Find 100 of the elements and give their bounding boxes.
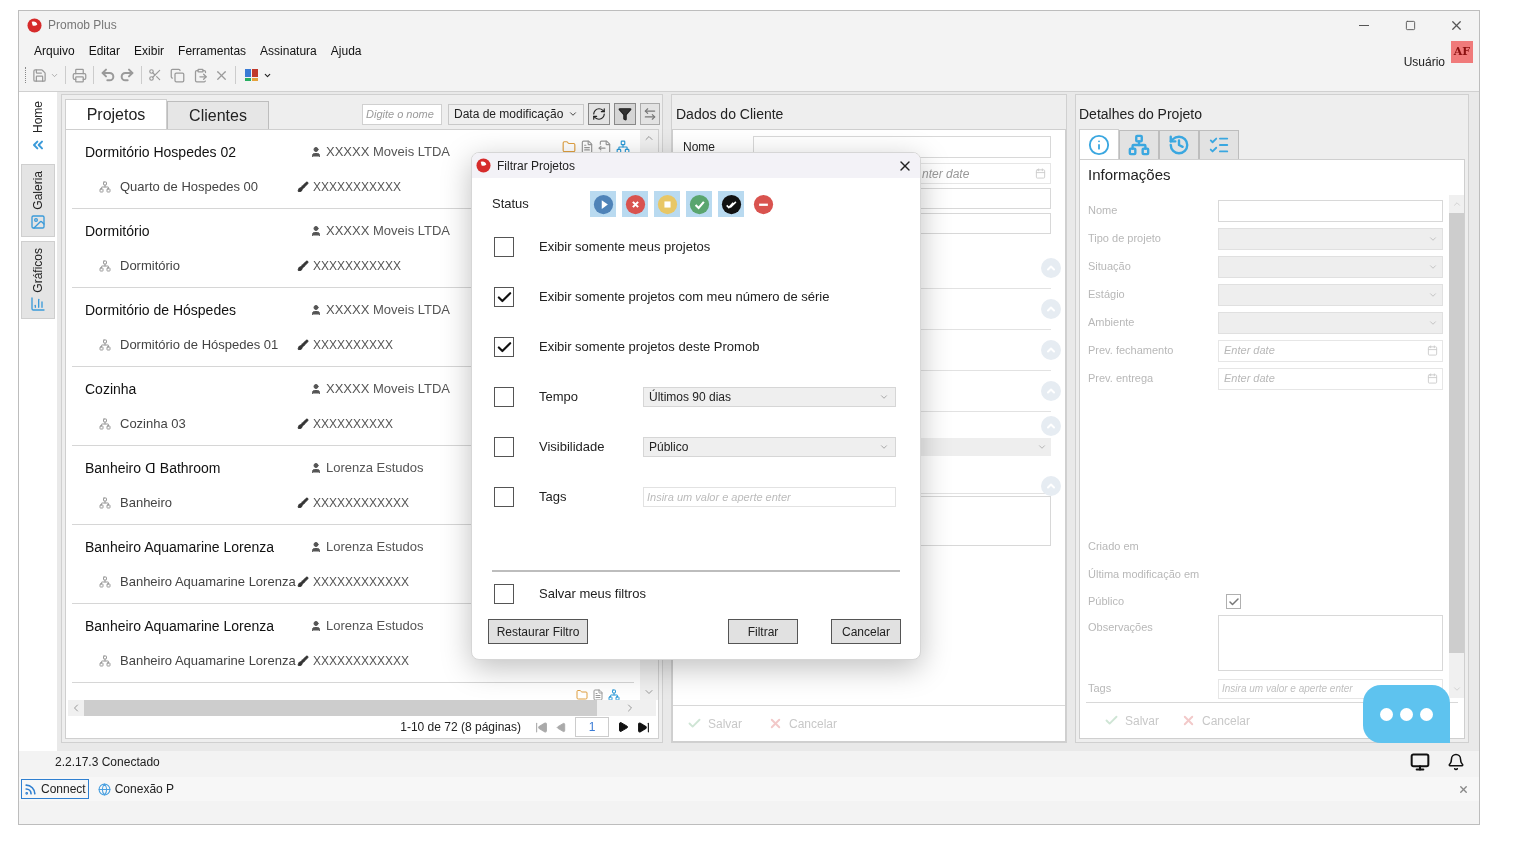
status-toggle[interactable]: [654, 191, 680, 217]
close-icon[interactable]: [1458, 783, 1469, 795]
select-field[interactable]: [1218, 255, 1443, 278]
detail-tab[interactable]: [1119, 130, 1159, 159]
sidebar-tab[interactable]: Gráficos: [21, 240, 55, 320]
devices-icon[interactable]: [1409, 752, 1431, 772]
status-toggle[interactable]: [718, 191, 744, 217]
search-field[interactable]: Digite o nome: [362, 103, 442, 125]
panel-tab[interactable]: Clientes: [167, 101, 269, 129]
text-area[interactable]: [1218, 614, 1443, 671]
print-icon[interactable]: [72, 67, 87, 83]
project-title[interactable]: Dormitório: [85, 220, 310, 242]
field-label: Nome: [683, 139, 716, 156]
client-name: Lorenza Estudos: [326, 617, 424, 636]
status-toggle[interactable]: [686, 191, 712, 217]
select-field[interactable]: [1218, 283, 1443, 306]
detail-tab[interactable]: [1079, 129, 1119, 160]
cancel-icon: [624, 193, 646, 215]
tags-field[interactable]: Insira um valor e aperte enter: [1218, 678, 1443, 699]
document-icon[interactable]: [592, 689, 604, 700]
menu-item[interactable]: Arquivo: [27, 42, 82, 60]
author-name: XXXXXXXXXXX: [313, 258, 402, 275]
field-label: Prev. fechamento: [1088, 343, 1175, 359]
field-label: Status: [492, 195, 530, 214]
select-field[interactable]: [1218, 227, 1443, 250]
select-field[interactable]: Público: [643, 437, 896, 457]
person-icon: [310, 620, 322, 632]
redo-icon[interactable]: [119, 67, 135, 83]
first-page-icon[interactable]: [535, 720, 548, 734]
menu-item[interactable]: Editar: [81, 42, 128, 60]
save-icon[interactable]: [32, 67, 47, 83]
stop-icon: [656, 193, 678, 215]
filter-apply-button[interactable]: Filtrar: [728, 619, 798, 644]
menu-item[interactable]: Assinatura: [253, 42, 324, 60]
previous-page-icon[interactable]: [556, 721, 567, 733]
project-title[interactable]: Banheiro ꓷ Bathroom: [85, 457, 310, 479]
color-palette-icon[interactable]: [244, 67, 260, 83]
project-title[interactable]: Banheiro Aquamarine Lorenza: [85, 536, 310, 558]
person-icon: [310, 383, 322, 395]
tags-field[interactable]: Insira um valor e aperte enter: [643, 487, 896, 507]
author-name: XXXXXXXXXXXX: [313, 653, 410, 670]
checkbox[interactable]: [494, 584, 514, 604]
next-page-icon[interactable]: [617, 721, 629, 733]
checkbox[interactable]: [1226, 594, 1241, 609]
detail-tab[interactable]: [1199, 130, 1239, 159]
paste-icon[interactable]: [193, 67, 208, 83]
chat-toast[interactable]: [1363, 685, 1450, 743]
select-field[interactable]: [1218, 311, 1443, 334]
panel-tab[interactable]: Projetos: [65, 99, 167, 129]
cancel-icon: [1181, 713, 1196, 728]
copy-icon[interactable]: [170, 67, 185, 83]
project-title[interactable]: Dormitório Hospedes 02: [85, 141, 310, 163]
brush-icon: [297, 260, 309, 272]
dots-icon: [1380, 707, 1433, 721]
project-title[interactable]: Dormitório de Hóspedes: [85, 299, 310, 321]
checkbox[interactable]: [494, 437, 514, 457]
field-label: Situação: [1088, 259, 1132, 275]
cut-icon[interactable]: [148, 68, 162, 82]
reset-button[interactable]: Restaurar Filtro: [488, 619, 588, 644]
refresh-button[interactable]: [588, 103, 610, 125]
sidebar-tab[interactable]: Galeria: [21, 164, 55, 237]
status-toggle[interactable]: [622, 191, 648, 217]
cancel-button[interactable]: Cancelar: [831, 619, 901, 644]
checkbox[interactable]: [494, 237, 514, 257]
project-title[interactable]: Banheiro Aquamarine Lorenza: [85, 615, 310, 637]
field-label: Observações: [1088, 619, 1154, 635]
menu-item[interactable]: Ferramentas: [171, 42, 254, 60]
user-avatar[interactable]: AF: [1451, 41, 1473, 63]
info-icon: [1088, 134, 1110, 156]
document-icon[interactable]: [580, 140, 594, 154]
folder-icon[interactable]: [576, 689, 588, 700]
field-label: Criado em: [1088, 539, 1140, 555]
menu-item[interactable]: Ajuda: [323, 42, 369, 60]
client-name: XXXXX Moveis LTDA: [326, 301, 451, 320]
structure-icon[interactable]: [608, 689, 620, 700]
project-title[interactable]: Cozinha: [85, 378, 310, 400]
detail-tab[interactable]: [1159, 130, 1199, 159]
checkbox[interactable]: [494, 287, 514, 307]
menu-item[interactable]: Exibir: [127, 42, 172, 60]
sort-dropdown[interactable]: Data de modificação: [448, 103, 584, 125]
notification-icon[interactable]: [1447, 753, 1465, 771]
person-icon: [310, 304, 322, 316]
checkbox[interactable]: [494, 487, 514, 507]
connection-tab[interactable]: Connect: [21, 779, 89, 799]
checkbox[interactable]: [494, 337, 514, 357]
input-field[interactable]: [1218, 199, 1443, 222]
horizontal-scrollbar[interactable]: [68, 700, 656, 716]
last-page-icon[interactable]: [637, 720, 650, 734]
structure-icon: [99, 260, 111, 272]
select-field[interactable]: Últimos 90 dias: [643, 387, 896, 407]
page-field[interactable]: 1: [575, 717, 609, 737]
connection-tab[interactable]: Conexão P: [94, 779, 178, 799]
panel-title: Dados do Cliente: [676, 104, 784, 124]
pagination-summary: 1-10 de 72 (8 páginas): [400, 719, 521, 736]
status-toggle[interactable]: [590, 191, 616, 217]
filter-button[interactable]: [614, 103, 636, 125]
option-label: Exibir somente projetos com meu número de série: [539, 288, 830, 307]
undo-icon[interactable]: [100, 67, 116, 83]
checkbox[interactable]: [494, 387, 514, 407]
folder-icon[interactable]: [562, 140, 576, 154]
